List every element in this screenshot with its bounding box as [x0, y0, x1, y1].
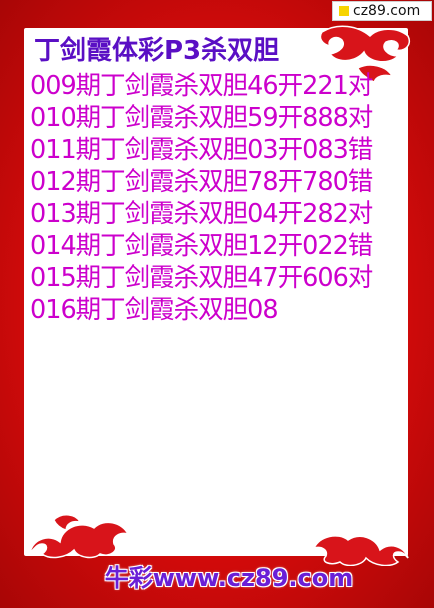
list-item: 012期丁剑霞杀双胆78开780错	[30, 167, 373, 197]
watermark-badge: cz89.com	[332, 1, 432, 21]
list-item: 010期丁剑霞杀双胆59开888对	[30, 103, 373, 133]
red-frame: 丁剑霞体彩P3杀双胆 009期丁剑霞杀双胆46开221对 010期丁剑霞杀双胆5…	[0, 0, 434, 608]
list-item: 009期丁剑霞杀双胆46开221对	[30, 71, 373, 101]
watermark-text: cz89.com	[353, 3, 421, 19]
footer-site-link[interactable]: 牛彩www.cz89.com	[105, 558, 354, 593]
yellow-square-icon	[339, 6, 349, 16]
list-item: 016期丁剑霞杀双胆08	[30, 295, 279, 325]
list-item: 011期丁剑霞杀双胆03开083错	[30, 135, 373, 165]
cloud-ornament-bottom-left	[28, 514, 130, 559]
footer: 牛彩www.cz89.com	[0, 558, 434, 594]
page-title: 丁剑霞体彩P3杀双胆	[34, 36, 280, 66]
list-item: 014期丁剑霞杀双胆12开022错	[30, 231, 373, 261]
list-item: 015期丁剑霞杀双胆47开606对	[30, 263, 373, 293]
list-item: 013期丁剑霞杀双胆04开282对	[30, 199, 373, 229]
prediction-list: 009期丁剑霞杀双胆46开221对 010期丁剑霞杀双胆59开888对 011期…	[30, 70, 410, 326]
